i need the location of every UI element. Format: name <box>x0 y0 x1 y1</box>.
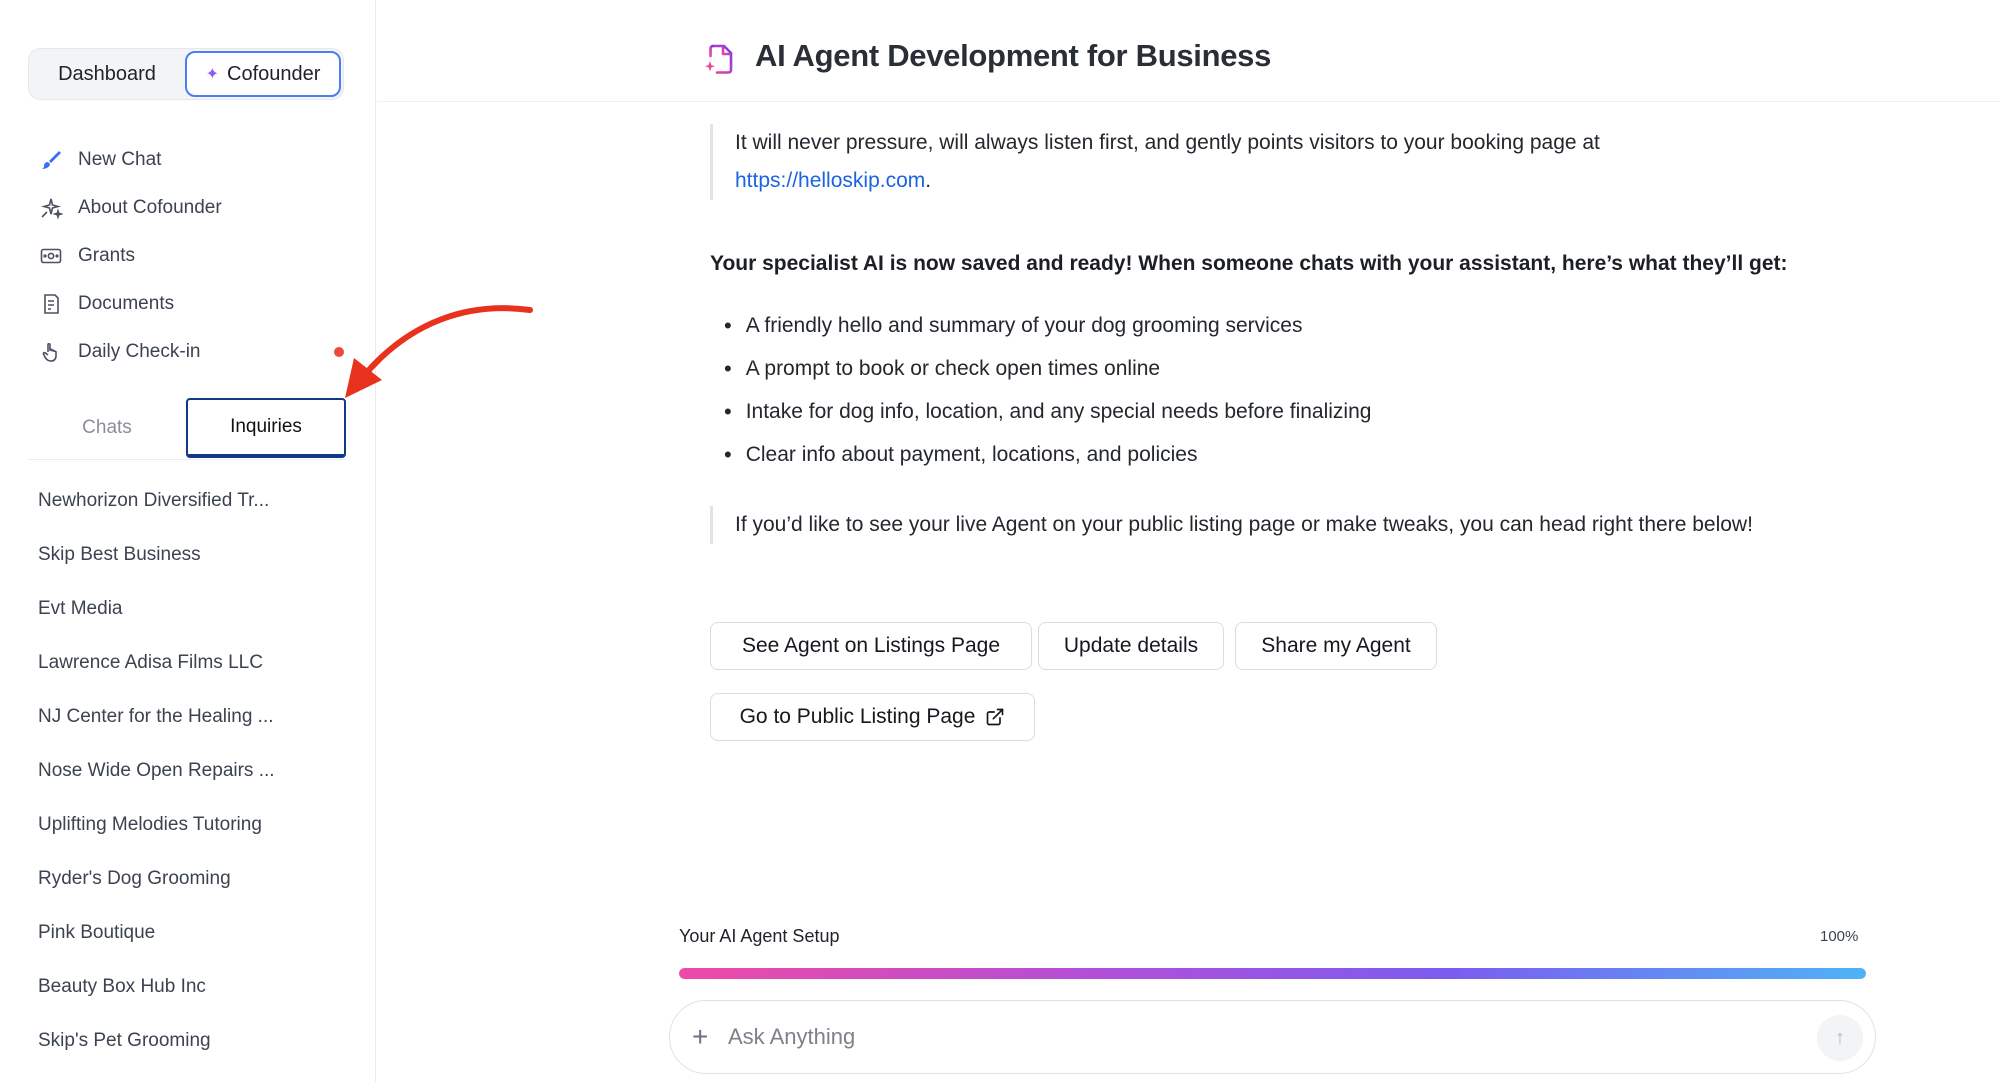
arrow-up-icon: ↑ <box>1835 1026 1845 1049</box>
bullet-text: Intake for dog info, location, and any s… <box>745 399 1372 423</box>
list-item-label: Evt Media <box>38 598 123 619</box>
public-listing-button[interactable]: Go to Public Listing Page <box>710 693 1035 741</box>
list-item[interactable]: NJ Center for the Healing ... <box>38 690 338 744</box>
tab-label: Chats <box>82 417 132 438</box>
list-item-label: Beauty Box Hub Inc <box>38 976 206 997</box>
update-details-button[interactable]: Update details <box>1038 622 1224 670</box>
progress-label: Your AI Agent Setup <box>679 926 840 946</box>
see-agent-button[interactable]: See Agent on Listings Page <box>710 622 1032 670</box>
quote-text: It will never pressure, will always list… <box>735 131 1600 154</box>
brush-icon <box>38 147 64 173</box>
list-item-label: Pink Boutique <box>38 922 156 943</box>
sidebar-item-daily-check-in[interactable]: Daily Check-in <box>38 328 348 376</box>
sidebar-item-label: New Chat <box>78 149 162 170</box>
document-icon <box>38 291 64 317</box>
list-item-label: Uplifting Melodies Tutoring <box>38 814 262 835</box>
external-link-icon <box>987 708 1004 726</box>
quote-suffix: . <box>925 169 932 192</box>
list-item[interactable]: Skip's Pet Grooming <box>38 1014 338 1068</box>
inquiries-list: Newhorizon Diversified Tr... Skip Best B… <box>38 474 338 1068</box>
tab-label: Inquiries <box>230 416 302 437</box>
list-item[interactable]: Lawrence Adisa Films LLC <box>38 636 338 690</box>
quote-text: If you’d like to see your live Agent on … <box>735 513 1753 536</box>
list-item-label: Nose Wide Open Repairs ... <box>38 760 275 781</box>
share-agent-button[interactable]: Share my Agent <box>1235 622 1437 670</box>
sidebar-item-about-cofounder[interactable]: About Cofounder <box>38 184 348 232</box>
document-sparkle-icon <box>705 44 733 74</box>
money-icon <box>38 243 64 269</box>
blockquote: If you’d like to see your live Agent on … <box>710 506 1810 544</box>
sidebar-item-label: Grants <box>78 245 136 266</box>
composer: + ↑ <box>669 1000 1876 1074</box>
sidebar-item-label: Daily Check-in <box>78 341 201 362</box>
sidebar-item-label: Documents <box>78 293 175 314</box>
button-label: Share my Agent <box>1261 634 1411 657</box>
progress-fill <box>679 968 1866 979</box>
sidebar-item-grants[interactable]: Grants <box>38 232 348 280</box>
sparkles-icon <box>38 195 64 221</box>
bullet-text: Clear info about payment, locations, and… <box>745 442 1198 466</box>
sidebar-item-new-chat[interactable]: New Chat <box>38 136 348 184</box>
progress-percent: 100% <box>1820 928 1859 945</box>
page-title: AI Agent Development for Business <box>755 38 1272 73</box>
summary-heading: Your specialist AI is now saved and read… <box>710 252 1788 275</box>
plus-icon[interactable]: + <box>692 1021 708 1053</box>
list-item[interactable]: Beauty Box Hub Inc <box>38 960 338 1014</box>
ask-input[interactable] <box>728 1019 1728 1055</box>
tab-inquiries[interactable]: Inquiries <box>186 398 346 458</box>
cofounder-button[interactable]: ✦ Cofounder <box>185 51 341 97</box>
list-item: Intake for dog info, location, and any s… <box>724 390 1372 433</box>
sidebar-item-label: About Cofounder <box>78 197 222 218</box>
bullet-text: A friendly hello and summary of your dog… <box>745 313 1303 337</box>
list-item-label: NJ Center for the Healing ... <box>38 706 274 727</box>
page-header: AI Agent Development for Business <box>377 0 2000 102</box>
button-label: See Agent on Listings Page <box>741 634 1001 657</box>
list-item[interactable]: Ryder's Dog Grooming <box>38 852 338 906</box>
list-item[interactable]: Uplifting Melodies Tutoring <box>38 798 338 852</box>
list-item-label: Newhorizon Diversified Tr... <box>38 490 270 511</box>
list-item: A friendly hello and summary of your dog… <box>724 304 1371 347</box>
list-item-label: Ryder's Dog Grooming <box>38 868 231 889</box>
list-item[interactable]: Pink Boutique <box>38 906 338 960</box>
button-label: Go to Public Listing Page <box>739 705 976 728</box>
dashboard-button[interactable]: Dashboard <box>33 51 181 97</box>
hand-pointer-icon <box>38 339 64 365</box>
sidebar-tabs: Chats Inquiries <box>28 396 346 460</box>
sidebar: Dashboard ✦ Cofounder New Chat About Cof… <box>0 0 376 1082</box>
cofounder-label: Cofounder <box>227 62 321 85</box>
list-item: Clear info about payment, locations, and… <box>724 433 1371 476</box>
list-item: A prompt to book or check open times onl… <box>724 347 1371 390</box>
feature-list: A friendly hello and summary of your dog… <box>724 304 1372 476</box>
list-item-label: Lawrence Adisa Films LLC <box>38 652 263 673</box>
tab-chats[interactable]: Chats <box>28 398 186 458</box>
list-item[interactable]: Evt Media <box>38 582 338 636</box>
sparkle-icon: ✦ <box>205 66 219 83</box>
view-switcher: Dashboard ✦ Cofounder <box>28 48 344 100</box>
annotation-arrow <box>345 305 533 398</box>
send-button[interactable]: ↑ <box>1817 1015 1863 1061</box>
button-label: Update details <box>1063 634 1199 657</box>
booking-link[interactable]: https://helloskip.com <box>735 169 925 192</box>
list-item-label: Skip's Pet Grooming <box>38 1030 211 1051</box>
sidebar-nav: New Chat About Cofounder Grants Document… <box>38 136 348 376</box>
list-item[interactable]: Nose Wide Open Repairs ... <box>38 744 338 798</box>
sidebar-item-documents[interactable]: Documents <box>38 280 348 328</box>
dashboard-label: Dashboard <box>58 62 156 85</box>
progress-bar <box>679 968 1866 979</box>
blockquote: It will never pressure, will always list… <box>710 124 1810 200</box>
bullet-text: A prompt to book or check open times onl… <box>745 356 1161 380</box>
list-item[interactable]: Newhorizon Diversified Tr... <box>38 474 338 528</box>
list-item-label: Skip Best Business <box>38 544 201 565</box>
list-item[interactable]: Skip Best Business <box>38 528 338 582</box>
